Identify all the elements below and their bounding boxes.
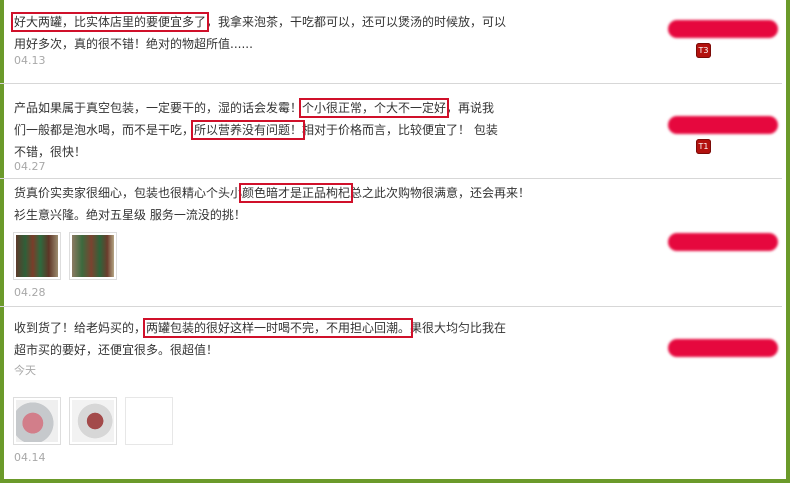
review-4-photo-2[interactable] xyxy=(69,397,117,445)
review-separator xyxy=(0,83,782,84)
review-4-date: 04.14 xyxy=(14,451,46,464)
review-4-text: 收到货了！给老妈买的，两罐包装的很好这样一时喝不完，不用担心回潮。果很大均匀比我… xyxy=(14,318,507,357)
review-3-highlight: 颜色暗才是正品枸杞 xyxy=(239,183,354,203)
review-1-credit-badge[interactable]: T3 xyxy=(696,43,711,58)
review-2-text: 产品如果属于真空包装，一定要干的，湿的话会发霉！个小很正常，个大不一定好，再说我… xyxy=(14,98,498,159)
review-3-photo-1[interactable] xyxy=(13,232,61,280)
review-4-photo-slot xyxy=(125,397,173,445)
review-separator xyxy=(0,306,782,307)
review-3-date: 04.28 xyxy=(14,286,46,299)
review-1-date: 04.13 xyxy=(14,54,46,67)
goji-jar-image xyxy=(72,235,114,277)
goji-bowl-image xyxy=(16,400,58,442)
review-separator xyxy=(0,178,782,179)
review-3-username-redacted xyxy=(668,233,778,251)
review-1-text: 好大两罐，比实体店里的要便宜多了，我拿来泡茶，干吃都可以，还可以煲汤的时候放，可… xyxy=(10,12,507,51)
review-4-photo-1[interactable] xyxy=(13,397,61,445)
review-2-username-redacted xyxy=(668,116,778,134)
review-2-highlight-1: 个小很正常，个大不一定好 xyxy=(299,98,450,118)
review-2-highlight-2: 所以营养没有问题！ xyxy=(191,120,306,140)
goji-bowl-image xyxy=(72,400,114,442)
review-4-followup-date: 今天 xyxy=(14,364,36,377)
review-2-credit-badge[interactable]: T1 xyxy=(696,139,711,154)
review-4-username-redacted xyxy=(668,339,778,357)
review-1-username-redacted xyxy=(668,20,778,38)
review-3-text: 货真价实卖家很细心，包装也很精心个头小颜色暗才是正品枸杞总之此次购物很满意，还会… xyxy=(14,183,531,222)
review-1-highlight: 好大两罐，比实体店里的要便宜多了 xyxy=(10,12,210,32)
review-2-date: 04.27 xyxy=(14,160,46,173)
review-3-photo-2[interactable] xyxy=(69,232,117,280)
goji-jar-image xyxy=(16,235,58,277)
review-4-highlight: 两罐包装的很好这样一时喝不完，不用担心回潮。 xyxy=(143,318,414,338)
